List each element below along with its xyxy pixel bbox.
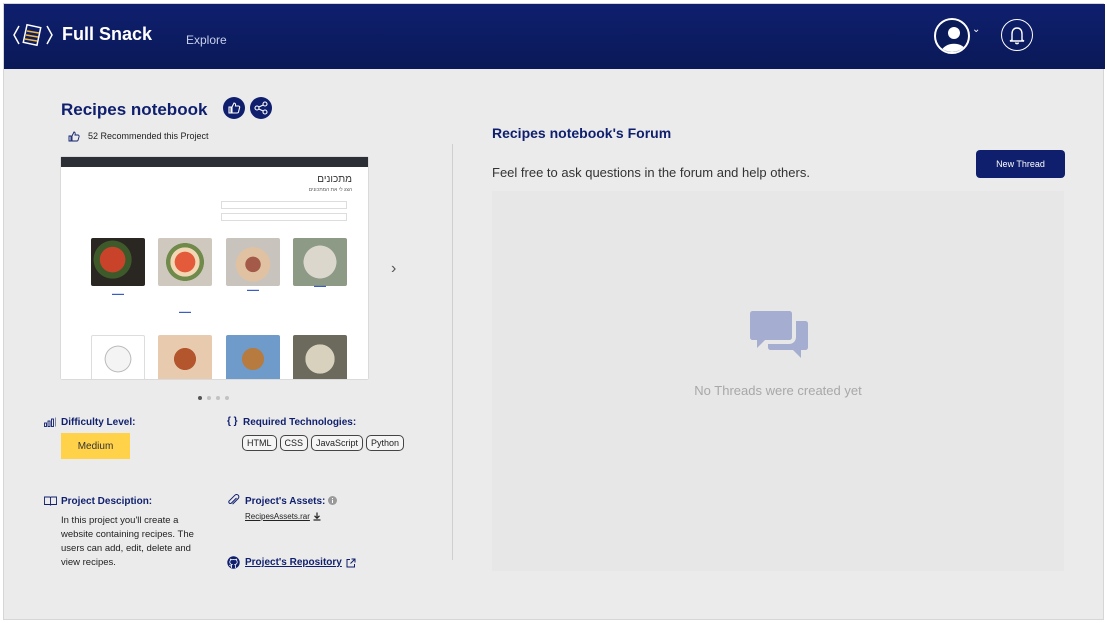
screenshot-input: [221, 201, 347, 209]
column-divider: [452, 144, 453, 560]
screenshot-topbar: [61, 157, 368, 167]
project-title: Recipes notebook: [61, 100, 208, 119]
notifications-button[interactable]: [1001, 19, 1033, 51]
difficulty-label: Difficulty Level:: [61, 417, 136, 428]
braces-icon: { }: [227, 416, 238, 427]
recipe-thumb-caption: ▬▬▬: [314, 283, 326, 288]
external-link-icon[interactable]: [346, 558, 356, 568]
carousel-dot[interactable]: [198, 396, 202, 400]
new-thread-button[interactable]: New Thread: [976, 150, 1065, 178]
tech-tag: Python: [366, 435, 405, 451]
recipe-thumb: [91, 238, 145, 286]
description-text: In this project you'll create a website …: [61, 515, 194, 568]
forum-subtitle: Feel free to ask questions in the forum …: [492, 165, 810, 180]
chat-bubbles-icon: [750, 311, 808, 358]
bell-icon: [1009, 27, 1025, 45]
like-button[interactable]: [223, 97, 245, 119]
logo-icon[interactable]: [12, 22, 54, 48]
forum-title: Recipes notebook's Forum: [492, 125, 672, 141]
recipe-thumb: [91, 335, 145, 379]
recipe-thumb: [226, 335, 280, 379]
recipe-thumb-caption: ▬▬▬: [112, 291, 124, 296]
app-frame: Full Snack Explore ⌄ Recipes notebook 52…: [3, 3, 1105, 620]
recipe-thumb-caption: ▬▬▬: [179, 309, 191, 314]
recommend-text: 52 Recommended this Project: [88, 131, 209, 141]
assets-label: Project's Assets:: [245, 496, 326, 507]
recipe-thumb: [293, 335, 347, 379]
technologies-list: HTML CSS JavaScript Python: [242, 435, 405, 451]
user-icon: [941, 27, 967, 52]
screenshot-title: מתכונים: [317, 174, 352, 185]
repository-link[interactable]: Project's Repository: [245, 557, 342, 568]
recipe-thumb: [158, 238, 212, 286]
difficulty-badge: Medium: [61, 433, 130, 459]
empty-state-text: No Threads were created yet: [694, 383, 862, 398]
description-label: Project Desciption:: [61, 496, 153, 507]
thumbs-up-outline-icon: [68, 131, 80, 142]
nav-explore[interactable]: Explore: [186, 33, 227, 47]
top-navbar: Full Snack Explore ⌄: [4, 4, 1105, 69]
chevron-down-icon[interactable]: ⌄: [972, 24, 980, 35]
tech-tag: CSS: [279, 435, 309, 451]
screenshot-input: [221, 213, 347, 221]
recipe-thumb: [158, 335, 212, 379]
download-icon[interactable]: [313, 512, 321, 521]
carousel-dot[interactable]: [225, 396, 229, 400]
brand-name[interactable]: Full Snack: [62, 24, 152, 45]
screenshot-subtitle: הצג לי את המתכונים: [308, 187, 352, 193]
tech-tag: JavaScript: [311, 435, 364, 451]
share-button[interactable]: [250, 97, 272, 119]
paperclip-icon: [228, 494, 240, 505]
recipe-thumb: [293, 238, 347, 286]
technologies-label: Required Technologies:: [243, 417, 357, 428]
tech-tag: HTML: [242, 435, 277, 451]
user-avatar-button[interactable]: [934, 18, 970, 54]
thumbs-up-icon: [228, 102, 241, 114]
recipe-thumb-caption: ▬▬▬: [247, 287, 259, 292]
book-icon: [44, 496, 57, 506]
github-icon: [227, 556, 240, 569]
project-screenshot-carousel[interactable]: מתכונים הצג לי את המתכונים ▬▬▬ ▬▬▬ ▬▬▬ ▬…: [61, 157, 368, 379]
carousel-dot[interactable]: [216, 396, 220, 400]
share-icon: [254, 101, 268, 115]
recommend-count: 52 Recommended this Project: [68, 131, 209, 142]
info-icon[interactable]: [328, 496, 337, 505]
carousel-dots: [198, 396, 229, 400]
carousel-dot[interactable]: [207, 396, 211, 400]
assets-file-link[interactable]: RecipesAssets.rar: [245, 512, 310, 521]
recipe-thumb: [226, 238, 280, 286]
forum-threads-panel: No Threads were created yet: [492, 191, 1064, 571]
bar-chart-icon: [44, 417, 56, 427]
carousel-next-icon[interactable]: ›: [391, 260, 396, 278]
